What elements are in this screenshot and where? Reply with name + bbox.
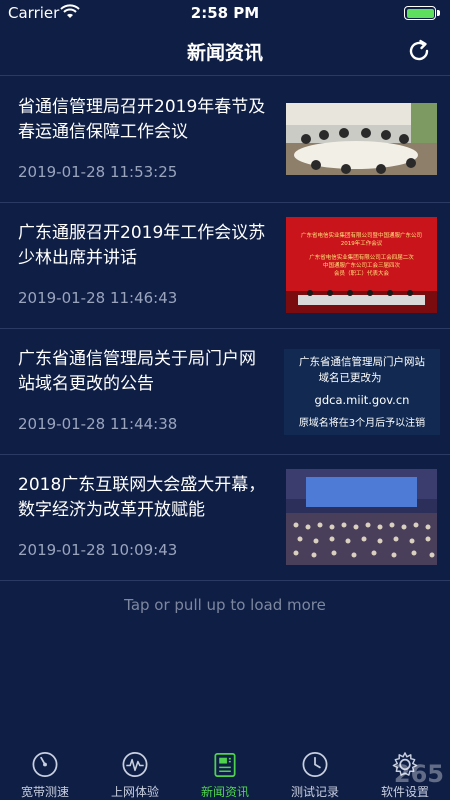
tab-label: 测试记录 [290, 785, 339, 799]
news-thumbnail [286, 469, 437, 565]
thumbnail-text: 中国通服广东公司工会三届四次 [323, 261, 401, 269]
page-title: 新闻资讯 [186, 42, 263, 64]
news-thumbnail [286, 103, 437, 175]
news-thumbnail: 广东省电信实业集团有限公司暨中国通服广东公司 2019年工作会议 广东省电信实业… [286, 217, 437, 313]
news-item[interactable]: 广东省通信管理局关于局门户网站域名更改的公告 2019-01-28 11:44:… [0, 329, 450, 455]
thumbnail-text: 2019年工作会议 [341, 239, 383, 247]
news-time: 2019-01-28 11:53:25 [18, 163, 178, 181]
news-title: 2018广东互联网大会盛大开幕，数字经济为改革开放赋能 [18, 475, 266, 520]
news-item[interactable]: 2018广东互联网大会盛大开幕，数字经济为改革开放赋能 2019-01-28 1… [0, 455, 450, 581]
news-time: 2019-01-28 11:46:43 [18, 289, 178, 307]
news-title: 广东省通信管理局关于局门户网站域名更改的公告 [18, 349, 256, 394]
news-title: 省通信管理局召开2019年春节及春运通信保障工作会议 [18, 97, 266, 142]
status-time: 2:58 PM [190, 4, 260, 22]
clock-icon [302, 752, 328, 777]
news-icon [214, 752, 236, 777]
thumbnail-text: 域名已更改为 [319, 371, 382, 384]
tab-internet-experience[interactable]: 上网体验 [90, 744, 180, 800]
news-time: 2019-01-28 11:44:38 [18, 415, 178, 433]
tab-test-records[interactable]: 测试记录 [270, 744, 360, 800]
pulse-icon [122, 752, 148, 777]
tab-speed-test[interactable]: 宽带测速 [0, 744, 90, 800]
thumbnail-text: gdca.miit.gov.cn [315, 393, 410, 407]
refresh-icon[interactable] [406, 38, 432, 64]
news-item[interactable]: 省通信管理局召开2019年春节及春运通信保障工作会议 2019-01-28 11… [0, 77, 450, 203]
navigation-bar: 新闻资讯 [0, 26, 450, 76]
news-list: 省通信管理局召开2019年春节及春运通信保障工作会议 2019-01-28 11… [0, 77, 450, 581]
tab-label: 新闻资讯 [200, 785, 249, 799]
tab-bar: 宽带测速 上网体验 新闻资讯 测试记录 软件设置 [0, 744, 450, 800]
thumbnail-text: 原域名将在3个月后予以注销 [299, 416, 425, 429]
load-more-hint[interactable]: Tap or pull up to load more [0, 596, 450, 614]
news-item[interactable]: 广东通服召开2019年工作会议苏少林出席并讲话 2019-01-28 11:46… [0, 203, 450, 329]
thumbnail-text: 广东省通信管理局门户网站 [299, 355, 425, 368]
battery-icon [404, 6, 440, 20]
tab-label: 宽带测速 [20, 785, 69, 799]
thumbnail-text: 广东省电信实业集团有限公司工会四届二次 [309, 253, 414, 261]
news-time: 2019-01-28 10:09:43 [18, 541, 178, 559]
watermark-logo: 265 [393, 760, 444, 788]
speedometer-icon [32, 752, 58, 777]
tab-label: 上网体验 [110, 785, 159, 799]
thumbnail-text: 会员（职工）代表大会 [334, 269, 390, 277]
news-thumbnail: 广东省通信管理局门户网站 域名已更改为 gdca.miit.gov.cn 原域名… [284, 349, 440, 435]
thumbnail-text: 广东省电信实业集团有限公司暨中国通服广东公司 [301, 231, 422, 239]
status-bar: Carrier 2:58 PM [0, 0, 450, 26]
tab-news[interactable]: 新闻资讯 [180, 744, 270, 800]
news-title: 广东通服召开2019年工作会议苏少林出席并讲话 [18, 223, 266, 268]
